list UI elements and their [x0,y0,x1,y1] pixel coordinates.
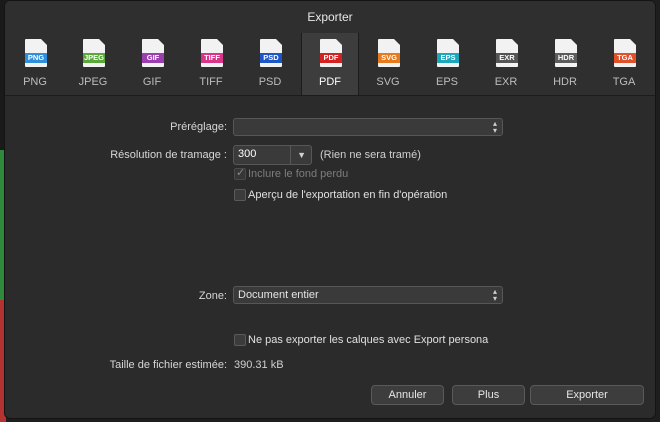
format-tab-svg[interactable]: SVG SVG [360,33,416,95]
format-label: PDF [319,76,341,88]
hdr-file-icon: HDR [555,39,577,67]
format-tab-eps[interactable]: EPS EPS [419,33,475,95]
format-badge: SVG [378,53,400,63]
format-tab-png[interactable]: PNG PNG [7,33,63,95]
format-tab-jpeg[interactable]: JPEG JPEG [65,33,121,95]
raster-resolution-value: 300 [238,148,257,160]
format-label: GIF [142,76,162,88]
format-badge: PNG [25,53,47,63]
format-badge: EPS [437,53,459,63]
format-tab-hdr[interactable]: HDR HDR [537,33,593,95]
format-label: JPEG [78,76,108,88]
chevron-down-icon[interactable]: ▼ [297,150,306,160]
include-bleed-label: Inclure le fond perdu [248,168,349,180]
pdf-file-icon: PDF [320,39,342,67]
tga-file-icon: TGA [614,39,636,67]
preview-export-checkbox[interactable] [234,189,246,201]
raster-resolution-label: Résolution de tramage : [110,149,227,161]
format-tab-tga[interactable]: TGA TGA [596,33,652,95]
format-label: PNG [23,76,47,88]
format-badge: TIFF [201,53,223,63]
dialog-title: Exporter [5,1,655,33]
format-label: TIFF [199,76,223,88]
up-down-arrows-icon: ▴ ▾ [492,119,497,135]
preset-label: Préréglage: [170,121,227,133]
zone-select[interactable]: Document entier ▴ ▾ [233,286,503,304]
format-badge: JPEG [83,53,105,63]
format-label: TGA [612,76,636,88]
gif-file-icon: GIF [142,39,164,67]
zone-label: Zone: [198,290,227,302]
format-tab-gif[interactable]: GIF GIF [124,33,180,95]
svg-file-icon: SVG [378,39,400,67]
png-file-icon: PNG [25,39,47,67]
filesize-label: Taille de fichier estimée: [109,359,227,371]
format-tab-exr[interactable]: EXR EXR [478,33,534,95]
psd-file-icon: PSD [260,39,282,67]
format-badge: HDR [555,53,577,63]
format-label: PSD [258,76,282,88]
up-down-arrows-icon: ▴ ▾ [492,287,497,303]
format-tabs: PNG PNG JPEG JPEG GIF GIF TIFF TIFF PSD … [5,33,655,96]
format-label: HDR [553,76,577,88]
format-tab-pdf[interactable]: PDF PDF [301,33,359,95]
more-button[interactable]: Plus [452,385,525,405]
format-label: EPS [435,76,458,88]
format-label: SVG [376,76,400,88]
format-tab-psd[interactable]: PSD PSD [242,33,298,95]
format-badge: EXR [496,53,518,63]
cancel-button[interactable]: Annuler [371,385,444,405]
tiff-file-icon: TIFF [201,39,223,67]
skip-layers-label: Ne pas exporter les calques avec Export … [248,334,489,346]
format-badge: GIF [142,53,164,63]
raster-resolution-note: (Rien ne sera tramé) [320,149,421,161]
raster-resolution-combo[interactable]: 300 ▼ [233,145,312,165]
combo-divider [290,146,291,164]
export-dialog: Exporter PNG PNG JPEG JPEG GIF GIF TIFF … [4,0,656,419]
format-badge: PSD [260,53,282,63]
filesize-value: 390.31 kB [234,359,284,371]
format-label: EXR [494,76,518,88]
eps-file-icon: EPS [437,39,459,67]
format-tab-tiff[interactable]: TIFF TIFF [183,33,239,95]
export-button[interactable]: Exporter [530,385,644,405]
checkmark-icon: ✓ [236,167,246,179]
jpeg-file-icon: JPEG [83,39,105,67]
format-badge: PDF [320,53,342,63]
exr-file-icon: EXR [496,39,518,67]
zone-value: Document entier [238,289,319,301]
preview-export-label: Aperçu de l'exportation en fin d'opérati… [248,189,448,201]
skip-layers-checkbox[interactable] [234,334,246,346]
include-bleed-checkbox[interactable]: ✓ [234,167,246,180]
format-badge: TGA [614,53,636,63]
preset-select[interactable]: ▴ ▾ [233,118,503,136]
